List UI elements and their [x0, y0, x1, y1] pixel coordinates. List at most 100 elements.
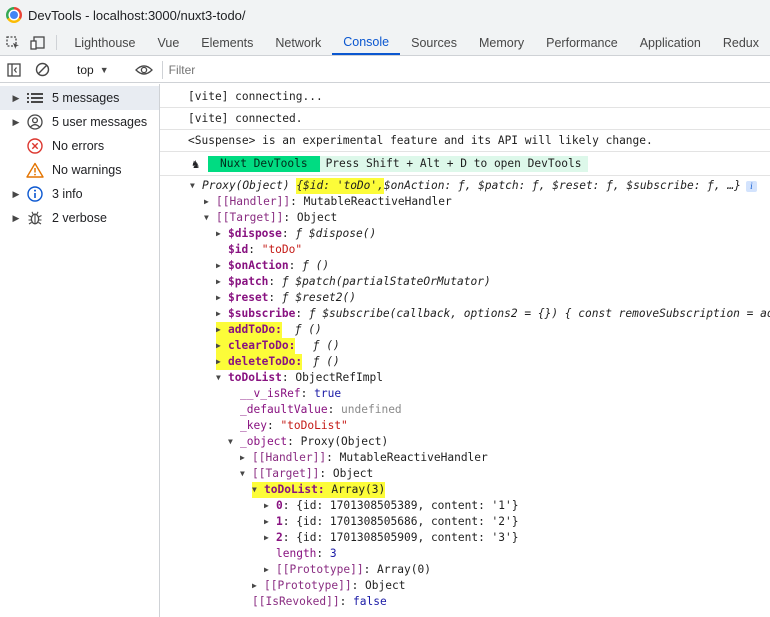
collapse-arrow-icon[interactable]: ▼ [228, 434, 240, 450]
tree-node[interactable]: ▼ toDoList: ObjectRefImpl [216, 370, 383, 386]
tree-node[interactable]: ▶ [[Prototype]]: Array(0) [264, 562, 431, 578]
tree-node[interactable]: ▶ [[Handler]]: MutableReactiveHandler [240, 450, 488, 466]
context-selector[interactable]: top ▼ [69, 63, 117, 77]
array-item[interactable]: ▶ 2: {id: 1701308505909, content: '3'} [264, 530, 519, 546]
expand-arrow-icon[interactable]: ▶ [252, 578, 264, 594]
bug-icon [24, 210, 46, 226]
info-icon [24, 186, 46, 202]
collapse-arrow-icon[interactable]: ▼ [190, 178, 202, 194]
sidebar-item-label: 5 messages [52, 91, 120, 105]
tree-node[interactable]: ▶ [[Handler]]: MutableReactiveHandler [204, 194, 452, 210]
expand-arrow-icon[interactable]: ▶ [8, 93, 24, 104]
filter-input[interactable] [161, 60, 762, 79]
sidebar-item-label: No warnings [52, 163, 122, 177]
expand-arrow-icon[interactable]: ▶ [264, 530, 276, 546]
tab-application[interactable]: Application [629, 30, 712, 55]
clear-console-icon[interactable] [28, 62, 56, 77]
nuxt-devtools-badge: Nuxt DevTools [208, 155, 320, 172]
tab-lighthouse[interactable]: Lighthouse [63, 30, 146, 55]
collapse-arrow-icon[interactable]: ▼ [252, 482, 264, 498]
context-label: top [77, 62, 94, 77]
list-icon [24, 92, 46, 104]
tab-performance[interactable]: Performance [535, 30, 629, 55]
tree-node-highlighted[interactable]: ▶ clearToDo: [216, 338, 296, 354]
tree-node: length: 3 [276, 547, 337, 560]
tree-node[interactable]: ▼ [[Target]]: Object [204, 210, 337, 226]
window-titlebar: DevTools - localhost:3000/nuxt3-todo/ [0, 0, 770, 30]
sidebar-toggle-icon[interactable] [0, 62, 28, 77]
divider [56, 35, 58, 50]
sidebar-item-errors[interactable]: No errors [0, 134, 159, 158]
collapse-arrow-icon[interactable]: ▼ [240, 466, 252, 482]
tab-memory[interactable]: Memory [468, 30, 535, 55]
warning-icon [24, 162, 46, 178]
console-sidebar: ▶ 5 messages ▶ 5 user messages No errors… [0, 84, 160, 617]
expand-arrow-icon[interactable]: ▶ [8, 213, 24, 224]
expand-arrow-icon[interactable]: ▶ [216, 322, 228, 338]
tree-node[interactable]: ▶ $subscribe: ƒ $subscribe(callback, opt… [216, 306, 770, 322]
tree-node[interactable]: ▼ [[Target]]: Object [240, 466, 373, 482]
device-toolbar-icon[interactable] [25, 30, 50, 55]
preview-highlight: {$id: 'toDo', [296, 178, 384, 194]
sidebar-item-label: 5 user messages [52, 115, 148, 129]
expand-arrow-icon[interactable]: ▶ [216, 354, 228, 370]
collapse-arrow-icon[interactable]: ▼ [204, 210, 216, 226]
devtools-tabbar: Lighthouse Vue Elements Network Console … [0, 30, 770, 56]
console-message: <Suspense> is an experimental feature an… [160, 130, 770, 152]
nuxt-devtools-message: ♞ Nuxt DevTools Press Shift + Alt + D to… [160, 152, 770, 176]
nuxt-logo-icon: ♞ [192, 156, 200, 171]
console-output: [vite] connecting... [vite] connected. <… [160, 84, 770, 617]
tree-node-highlighted[interactable]: ▶ deleteToDo: [216, 354, 303, 370]
tree-node[interactable]: ▶ $onAction: ƒ () [216, 258, 329, 274]
tab-console[interactable]: Console [332, 30, 401, 55]
expand-arrow-icon[interactable]: ▶ [8, 189, 24, 200]
expand-arrow-icon[interactable]: ▶ [240, 450, 252, 466]
array-item[interactable]: ▶ 0: {id: 1701308505389, content: '1'} [264, 498, 519, 514]
tree-node[interactable]: ▶ $dispose: ƒ $dispose() [216, 226, 376, 242]
tab-redux[interactable]: Redux [712, 30, 770, 55]
sidebar-item-info[interactable]: ▶ 3 info [0, 182, 159, 206]
sidebar-item-messages[interactable]: ▶ 5 messages [0, 86, 159, 110]
expand-arrow-icon[interactable]: ▶ [264, 498, 276, 514]
tab-sources[interactable]: Sources [400, 30, 468, 55]
tree-node-highlighted[interactable]: ▼ toDoList: Array(3) [252, 482, 386, 498]
expand-arrow-icon[interactable]: ▶ [216, 258, 228, 274]
expand-arrow-icon[interactable]: ▶ [216, 306, 228, 322]
tree-node[interactable]: ▶ $patch: ƒ $patch(partialStateOrMutator… [216, 274, 491, 290]
expand-arrow-icon[interactable]: ▶ [264, 562, 276, 578]
collapse-arrow-icon[interactable]: ▼ [216, 370, 228, 386]
expand-arrow-icon[interactable]: ▶ [216, 338, 228, 354]
expand-arrow-icon[interactable]: ▶ [204, 194, 216, 210]
inspect-element-icon[interactable] [0, 30, 25, 55]
nuxt-devtools-hint: Press Shift + Alt + D to open DevTools [319, 155, 588, 172]
tree-root[interactable]: ▼ Proxy(Object) {$id: 'toDo', $onAction:… [190, 178, 757, 194]
info-icon: i [745, 180, 757, 192]
array-item[interactable]: ▶ 1: {id: 1701308505686, content: '2'} [264, 514, 519, 530]
tree-node: [[IsRevoked]]: false [252, 595, 387, 608]
window-title: DevTools - localhost:3000/nuxt3-todo/ [28, 7, 246, 23]
preview-rest: $onAction: ƒ, $patch: ƒ, $reset: ƒ, $sub… [383, 179, 741, 192]
sidebar-item-verbose[interactable]: ▶ 2 verbose [0, 206, 159, 230]
tree-node: _key: "toDoList" [240, 419, 348, 432]
expand-arrow-icon[interactable]: ▶ [216, 274, 228, 290]
expand-arrow-icon[interactable]: ▶ [216, 226, 228, 242]
expand-arrow-icon[interactable]: ▶ [264, 514, 276, 530]
sidebar-item-user-messages[interactable]: ▶ 5 user messages [0, 110, 159, 134]
eye-icon[interactable] [130, 63, 158, 77]
console-message: [vite] connected. [160, 108, 770, 130]
sidebar-item-label: No errors [52, 139, 105, 153]
sidebar-item-warnings[interactable]: No warnings [0, 158, 159, 182]
tree-node[interactable]: ▶ [[Prototype]]: Object [252, 578, 405, 594]
tree-node[interactable]: ▼ _object: Proxy(Object) [228, 434, 388, 450]
tab-vue[interactable]: Vue [147, 30, 191, 55]
sidebar-item-label: 2 verbose [52, 211, 107, 225]
expand-arrow-icon[interactable]: ▶ [216, 290, 228, 306]
expand-arrow-icon[interactable]: ▶ [8, 117, 24, 128]
user-icon [24, 114, 46, 130]
tree-node[interactable]: ▶ $reset: ƒ $reset2() [216, 290, 356, 306]
sidebar-item-label: 3 info [52, 187, 83, 201]
tree-node-highlighted[interactable]: ▶ addToDo: [216, 322, 282, 338]
tab-elements[interactable]: Elements [190, 30, 264, 55]
tab-network[interactable]: Network [264, 30, 332, 55]
error-icon [24, 138, 46, 154]
